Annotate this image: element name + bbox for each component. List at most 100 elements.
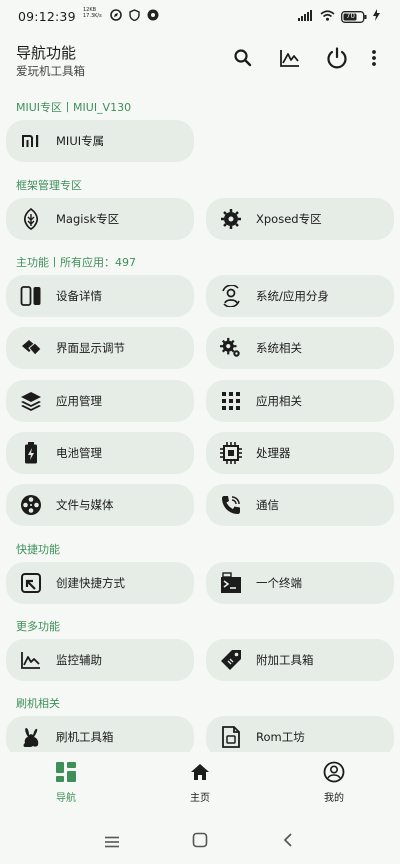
phone-call-icon <box>220 494 242 516</box>
app-manage-card[interactable]: 应用管理 <box>6 380 194 422</box>
line-chart-icon <box>279 48 301 72</box>
nav-label-home: 主页 <box>190 793 210 804</box>
monitor-card[interactable]: 监控辅助 <box>6 639 194 681</box>
terminal-icon <box>220 572 242 594</box>
battery-charging-icon <box>20 442 42 464</box>
magisk-card[interactable]: Magisk专区 <box>6 198 194 240</box>
cpu-icon <box>220 442 242 464</box>
extra-toolbox-card[interactable]: 附加工具箱 <box>206 639 394 681</box>
mi-logo-icon <box>20 130 42 152</box>
rom-workshop-label: Rom工坊 <box>256 730 305 744</box>
files-media-label: 文件与媒体 <box>56 498 114 512</box>
status-bar: 09:12:39 12KB 17.3K/s 70 <box>0 0 400 34</box>
magisk-label: Magisk专区 <box>56 212 120 226</box>
wifi-icon <box>320 9 335 24</box>
user-clone-icon <box>220 285 242 307</box>
film-reel-icon <box>20 494 42 516</box>
section-main: 主功能丨所有应用：497 <box>16 256 136 269</box>
gears-icon <box>220 337 242 359</box>
nav-tab-home[interactable]: 主页 <box>160 760 240 804</box>
nav-label-navigation: 导航 <box>56 793 76 804</box>
system-status-icons: 70 <box>298 9 380 24</box>
miui-exclusive-label: MIUI专属 <box>56 134 105 148</box>
app-bar: 导航功能 爱玩机工具箱 <box>0 38 400 88</box>
files-media-card[interactable]: 文件与媒体 <box>6 484 194 526</box>
more-vertical-icon <box>371 49 377 71</box>
rabbit-icon <box>20 726 42 748</box>
section-framework: 框架管理专区 <box>16 179 82 192</box>
section-miui: MIUI专区丨MIUI_V130 <box>16 101 132 114</box>
battery-manage-label: 电池管理 <box>56 446 102 460</box>
account-circle-icon <box>294 760 374 784</box>
create-shortcut-card[interactable]: 创建快捷方式 <box>6 562 194 604</box>
magisk-icon <box>20 208 42 230</box>
notification-icons <box>110 9 159 24</box>
miui-exclusive-card[interactable]: MIUI专属 <box>6 120 194 162</box>
nav-tab-navigation[interactable]: 导航 <box>26 760 106 804</box>
home-icon <box>160 760 240 784</box>
processor-card[interactable]: 处理器 <box>206 432 394 474</box>
chevron-left-icon <box>283 832 293 852</box>
device-info-label: 设备详情 <box>56 289 102 303</box>
menu-icon <box>104 833 120 852</box>
device-icon <box>20 285 42 307</box>
network-speed: 12KB 17.3K/s <box>83 7 102 19</box>
terminal-label: 一个终端 <box>256 576 302 590</box>
app-related-label: 应用相关 <box>256 394 302 408</box>
xposed-label: Xposed专区 <box>256 212 322 226</box>
charging-icon <box>373 9 380 24</box>
battery-manage-card[interactable]: 电池管理 <box>6 432 194 474</box>
device-info-card[interactable]: 设备详情 <box>6 275 194 317</box>
tag-icon <box>220 649 242 671</box>
battery-icon: 70 <box>341 10 367 23</box>
section-flash: 刷机相关 <box>16 697 60 710</box>
monitor-button[interactable] <box>276 46 304 74</box>
app-related-card[interactable]: 应用相关 <box>206 380 394 422</box>
shortcut-icon <box>20 572 42 594</box>
system-navigation-bar <box>0 822 400 864</box>
shield-notification-icon <box>129 9 140 24</box>
terminal-card[interactable]: 一个终端 <box>206 562 394 604</box>
system-related-label: 系统相关 <box>256 341 302 355</box>
app-clone-card[interactable]: 系统/应用分身 <box>206 275 394 317</box>
network-speed-unit: 17.3K/s <box>83 13 102 19</box>
processor-label: 处理器 <box>256 446 291 460</box>
signal-icon <box>298 9 314 24</box>
section-shortcut: 快捷功能 <box>16 543 60 556</box>
search-button[interactable] <box>229 46 257 74</box>
dashboard-icon <box>26 760 106 784</box>
system-related-card[interactable]: 系统相关 <box>206 327 394 369</box>
telecom-label: 通信 <box>256 498 279 512</box>
battery-level: 70 <box>346 11 355 20</box>
app-notification-icon <box>147 9 159 24</box>
power-icon <box>325 46 349 74</box>
square-icon <box>192 832 208 852</box>
app-clone-label: 系统/应用分身 <box>256 289 329 303</box>
create-shortcut-label: 创建快捷方式 <box>56 576 125 590</box>
xposed-icon <box>220 208 242 230</box>
nav-label-mine: 我的 <box>324 793 344 804</box>
power-button[interactable] <box>323 46 351 74</box>
telecom-card[interactable]: 通信 <box>206 484 394 526</box>
page-title: 导航功能 <box>16 44 77 62</box>
palette-icon <box>20 337 42 359</box>
status-time: 09:12:39 <box>18 9 76 24</box>
compass-icon <box>110 9 122 24</box>
home-system-button[interactable] <box>188 832 212 852</box>
app-manage-label: 应用管理 <box>56 394 102 408</box>
back-button[interactable] <box>276 832 300 852</box>
monitor-chart-icon <box>20 649 42 671</box>
file-icon <box>220 726 242 748</box>
more-options-button[interactable] <box>364 46 384 74</box>
nav-tab-mine[interactable]: 我的 <box>294 760 374 804</box>
monitor-label: 监控辅助 <box>56 653 102 667</box>
flash-toolbox-label: 刷机工具箱 <box>56 730 114 744</box>
xposed-card[interactable]: Xposed专区 <box>206 198 394 240</box>
bottom-navigation: 导航 主页 我的 <box>0 752 400 814</box>
apps-grid-icon <box>220 390 242 412</box>
display-tuning-card[interactable]: 界面显示调节 <box>6 327 194 369</box>
search-icon <box>233 48 253 72</box>
display-tuning-label: 界面显示调节 <box>56 341 125 355</box>
page-subtitle: 爱玩机工具箱 <box>16 64 85 78</box>
recents-button[interactable] <box>100 832 124 852</box>
